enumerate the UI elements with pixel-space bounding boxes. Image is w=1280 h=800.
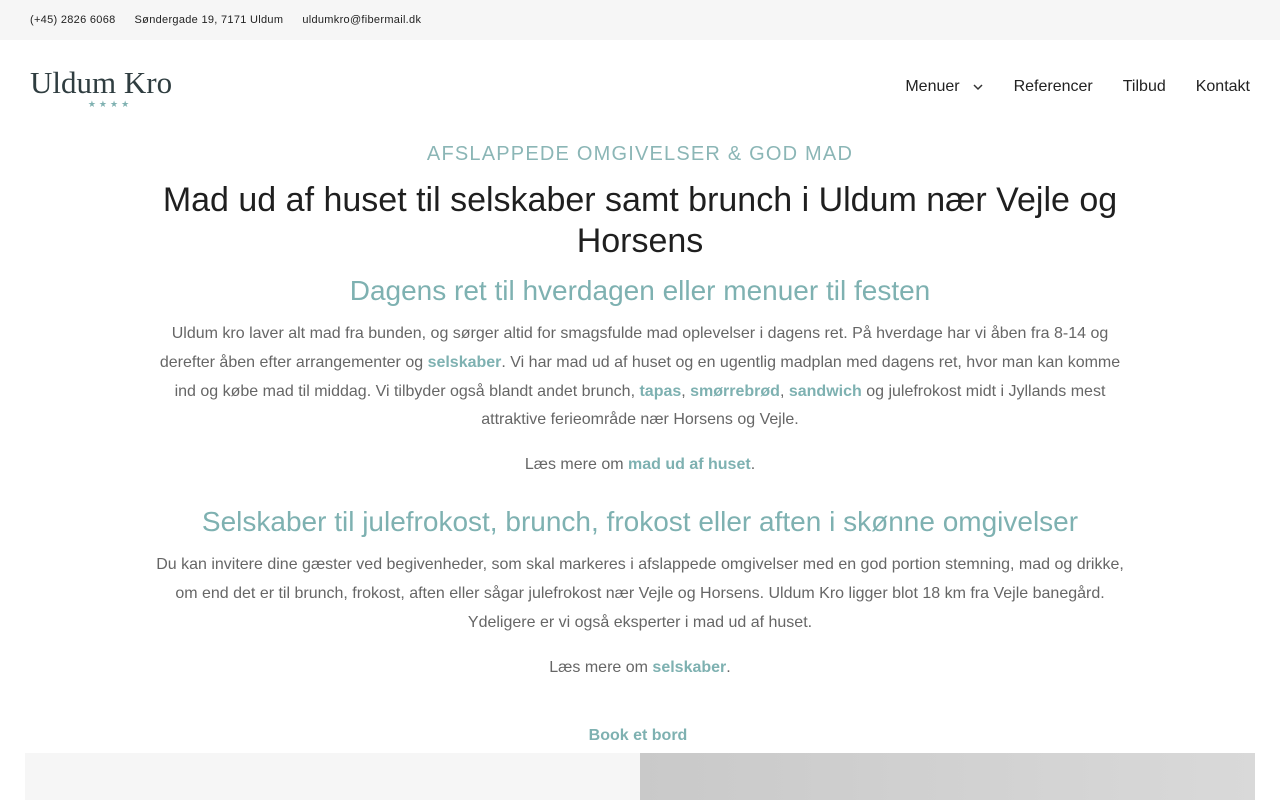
nav-item-label: Kontakt bbox=[1195, 78, 1250, 95]
section-paragraph-selskaber: Du kan invitere dine gæster ved begivenh… bbox=[156, 556, 1124, 631]
logo-text: Uldum Kro bbox=[30, 65, 173, 100]
link-mad-ud-af-huset[interactable]: mad ud af huset bbox=[628, 456, 751, 473]
main-content: AFSLAPPEDE OMGIVELSER & GOD MAD Mad ud a… bbox=[150, 140, 1130, 682]
main-nav: Menuer Referencer Tilbud Kontakt bbox=[905, 78, 1250, 96]
read-more-suffix: . bbox=[726, 658, 731, 676]
link-smorrebrod[interactable]: smørrebrød bbox=[690, 383, 780, 400]
read-more-mad-ud-af-huset: Læs mere om mad ud af huset. bbox=[150, 451, 1130, 479]
nav-item-tilbud[interactable]: Tilbud bbox=[1123, 78, 1166, 96]
top-contact-bar: (+45) 2826 6068 Søndergade 19, 7171 Uldu… bbox=[0, 0, 1280, 40]
link-selskaber[interactable]: selskaber bbox=[428, 354, 502, 371]
chevron-down-icon[interactable] bbox=[972, 80, 984, 94]
separator: , bbox=[779, 382, 789, 400]
nav-item-menuer[interactable]: Menuer bbox=[905, 78, 983, 96]
logo-stars: ★★★★ bbox=[87, 99, 133, 109]
nav-item-label: Tilbud bbox=[1122, 78, 1166, 95]
nav-item-label: Menuer bbox=[905, 78, 960, 95]
section-heading-selskaber: Selskaber til julefrokost, brunch, froko… bbox=[201, 506, 1079, 538]
address: Søndergade 19, 7171 Uldum bbox=[134, 14, 284, 26]
nav-item-kontakt[interactable]: Kontakt bbox=[1196, 78, 1250, 96]
email-address[interactable]: uldumkro@fibermail.dk bbox=[302, 14, 421, 26]
link-sandwich[interactable]: sandwich bbox=[789, 383, 862, 400]
link-selskaber-readmore[interactable]: selskaber bbox=[652, 659, 726, 676]
section-paragraph-dagens-ret: Uldum kro laver alt mad fra bunden, og s… bbox=[150, 320, 1130, 435]
read-more-suffix: . bbox=[750, 456, 756, 474]
section-heading-dagens-ret: Dagens ret til hverdagen eller menuer ti… bbox=[349, 275, 931, 306]
phone-number[interactable]: (+45) 2826 6068 bbox=[30, 14, 116, 26]
site-header: Uldum Kro ★★★★ Menuer Referencer Tilbud … bbox=[0, 40, 1280, 140]
nav-item-referencer[interactable]: Referencer bbox=[1014, 78, 1093, 96]
read-more-prefix: Læs mere om bbox=[524, 456, 628, 474]
eyebrow-text: AFSLAPPEDE OMGIVELSER & GOD MAD bbox=[426, 143, 854, 165]
page-title: Mad ud af huset til selskaber samt brunc… bbox=[162, 181, 1118, 260]
content-panel-left bbox=[25, 753, 640, 800]
read-more-selskaber: Læs mere om selskaber. bbox=[150, 654, 1130, 682]
logo[interactable]: Uldum Kro ★★★★ bbox=[30, 66, 192, 114]
separator: , bbox=[681, 382, 691, 400]
nav-item-label: Referencer bbox=[1013, 78, 1093, 95]
link-tapas[interactable]: tapas bbox=[639, 383, 681, 400]
image-panel-right bbox=[640, 753, 1255, 800]
read-more-prefix: Læs mere om bbox=[549, 658, 653, 676]
book-table-link[interactable]: Book et bord bbox=[0, 727, 1276, 745]
